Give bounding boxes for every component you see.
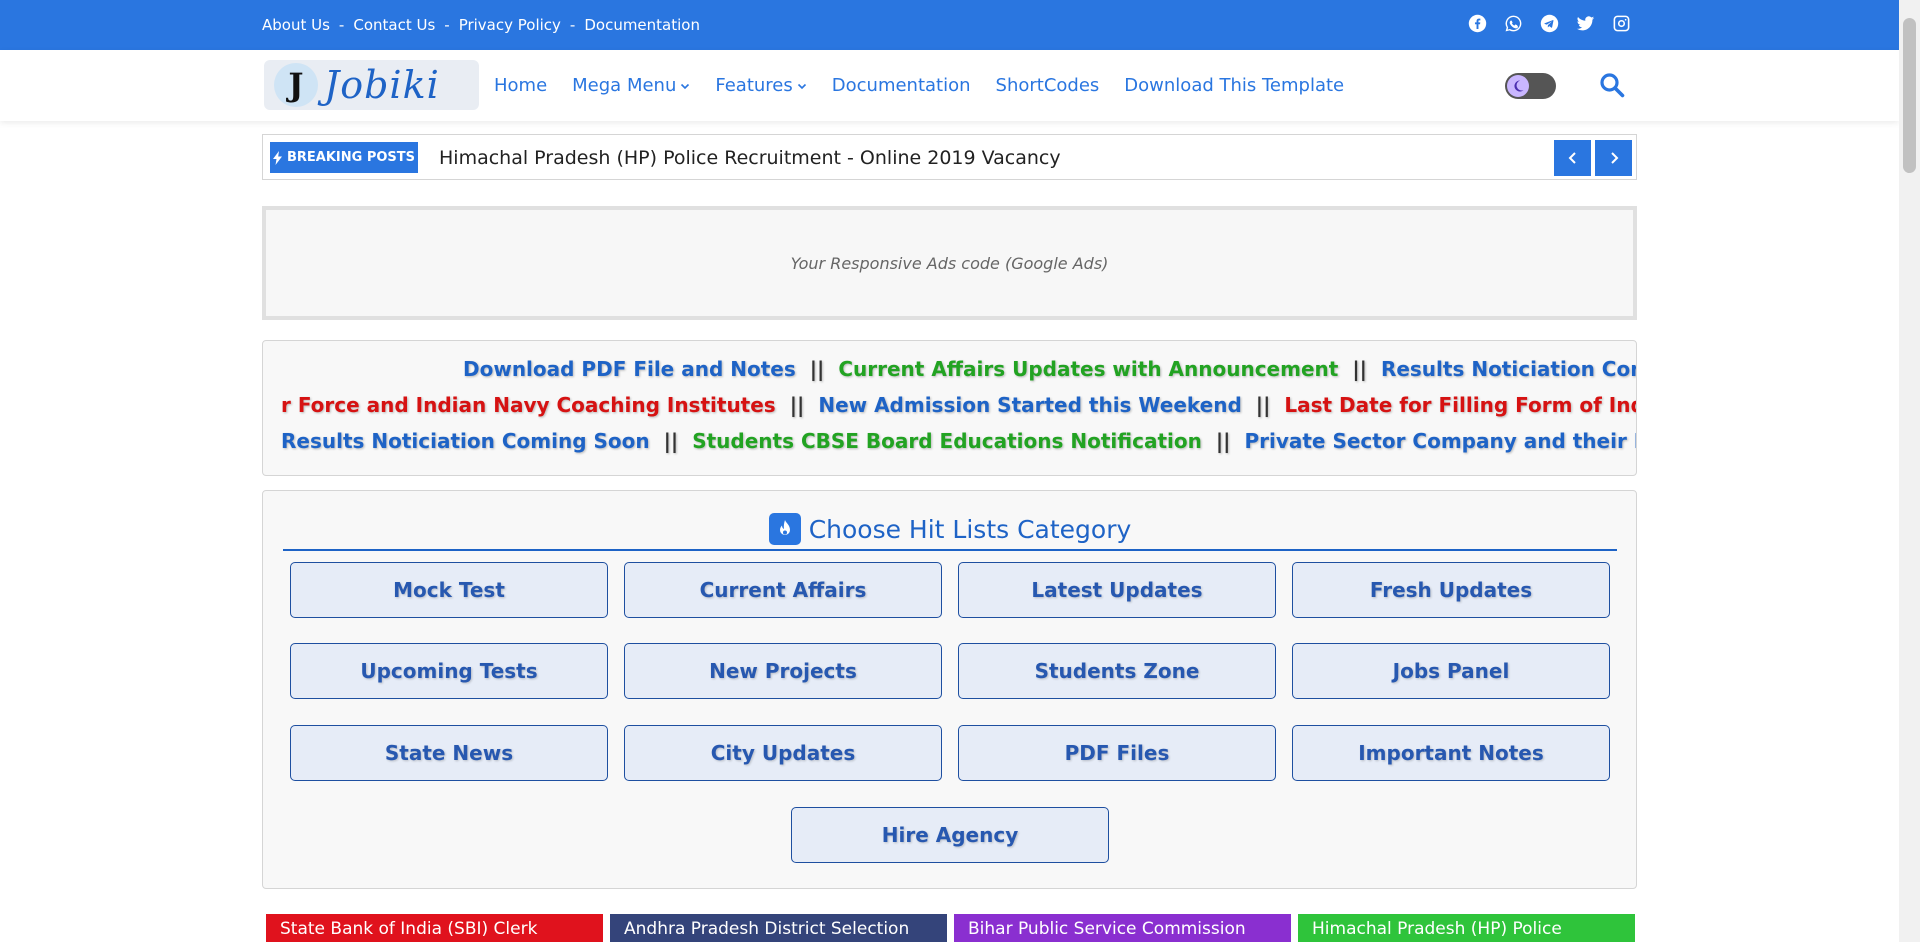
social-icons	[1468, 14, 1631, 33]
dark-mode-toggle[interactable]	[1505, 73, 1556, 99]
fire-icon	[768, 513, 801, 545]
category-button-students-zone[interactable]: Students Zone	[958, 643, 1276, 699]
chevron-right-icon	[1610, 152, 1618, 164]
main-nav: Home Mega Menu Features Documentation Sh…	[494, 50, 1344, 121]
marquee-item[interactable]: r Force and Indian Navy Coaching Institu…	[281, 393, 776, 417]
category-title-text: Choose Hit Lists Category	[808, 514, 1132, 544]
nav-shortcodes[interactable]: ShortCodes	[996, 75, 1100, 96]
post-card[interactable]: Himachal Pradesh (HP) Police	[1298, 914, 1635, 942]
category-button-latest-updates[interactable]: Latest Updates	[958, 562, 1276, 618]
marquee-separator: ||	[1255, 393, 1271, 417]
top-links: About Us - Contact Us - Privacy Policy -…	[262, 0, 700, 50]
privacy-policy-link[interactable]: Privacy Policy	[459, 16, 561, 34]
category-button-new-projects[interactable]: New Projects	[624, 643, 942, 699]
page-scrollbar[interactable]	[1899, 0, 1920, 942]
category-button-state-news[interactable]: State News	[290, 725, 608, 781]
breaking-label: BREAKING POSTS	[270, 142, 418, 173]
site-logo[interactable]: J Jobiki	[264, 60, 479, 110]
category-panel: Choose Hit Lists Category Mock Test Curr…	[262, 490, 1637, 889]
marquee-item[interactable]: Results Noticiation Coming Soo	[1381, 357, 1636, 381]
logo-text: Jobiki	[324, 63, 440, 107]
nav-mega-menu[interactable]: Mega Menu	[572, 75, 690, 96]
prev-arrow-button[interactable]	[1554, 140, 1591, 176]
breaking-headline[interactable]: Himachal Pradesh (HP) Police Recruitment…	[439, 135, 1061, 181]
marquee-item[interactable]: Last Date for Filling Form of Indian Arm…	[1284, 393, 1636, 417]
next-arrow-button[interactable]	[1595, 140, 1632, 176]
nav-documentation[interactable]: Documentation	[832, 75, 971, 96]
search-icon[interactable]	[1599, 72, 1625, 98]
logo-mark: J	[274, 63, 318, 107]
scrollbar-thumb[interactable]	[1903, 18, 1916, 173]
twitter-icon[interactable]	[1576, 14, 1595, 33]
marquee-line: r Force and Indian Navy Coaching Institu…	[281, 393, 1636, 417]
marquee-item[interactable]: New Admission Started this Weekend	[818, 393, 1241, 417]
top-link-separator: -	[444, 16, 450, 34]
nav-home[interactable]: Home	[494, 75, 547, 96]
category-button-fresh-updates[interactable]: Fresh Updates	[1292, 562, 1610, 618]
moon-icon	[1507, 75, 1529, 97]
marquee-line: Download PDF File and Notes || Current Aff…	[463, 357, 1636, 381]
telegram-icon[interactable]	[1540, 14, 1559, 33]
marquee-line: Results Noticiation Coming Soon || Student…	[281, 429, 1636, 453]
marquee-separator: ||	[663, 429, 679, 453]
news-marquee: Download PDF File and Notes || Current Aff…	[262, 340, 1637, 476]
marquee-separator: ||	[809, 357, 825, 381]
ad-text: Your Responsive Ads code (Google Ads)	[790, 253, 1109, 273]
category-button-pdf-files[interactable]: PDF Files	[958, 725, 1276, 781]
category-button-city-updates[interactable]: City Updates	[624, 725, 942, 781]
post-card[interactable]: Andhra Pradesh District Selection	[610, 914, 947, 942]
facebook-icon[interactable]	[1468, 14, 1487, 33]
chevron-down-icon	[797, 83, 806, 89]
category-button-hire-agency[interactable]: Hire Agency	[791, 807, 1109, 863]
instagram-icon[interactable]	[1612, 14, 1631, 33]
marquee-item[interactable]: Students CBSE Board Educations Notificat…	[692, 429, 1202, 453]
category-button-current-affairs[interactable]: Current Affairs	[624, 562, 942, 618]
bolt-icon	[272, 150, 282, 165]
top-bar: About Us - Contact Us - Privacy Policy -…	[0, 0, 1899, 50]
post-card-title: Andhra Pradesh District Selection	[624, 919, 910, 939]
category-button-important-notes[interactable]: Important Notes	[1292, 725, 1610, 781]
ad-placeholder: Your Responsive Ads code (Google Ads)	[262, 206, 1637, 320]
marquee-item[interactable]: Current Affairs Updates with Announcemen…	[838, 357, 1338, 381]
top-link-separator: -	[338, 16, 345, 34]
post-card[interactable]: State Bank of India (SBI) Clerk	[266, 914, 603, 942]
category-button-jobs-panel[interactable]: Jobs Panel	[1292, 643, 1610, 699]
top-link-separator: -	[569, 16, 576, 34]
marquee-separator: ||	[1215, 429, 1231, 453]
category-button-mock-test[interactable]: Mock Test	[290, 562, 608, 618]
contact-us-link[interactable]: Contact Us	[353, 16, 435, 34]
post-card-title: Himachal Pradesh (HP) Police	[1312, 919, 1562, 939]
marquee-separator: ||	[789, 393, 805, 417]
marquee-item[interactable]: Download PDF File and Notes	[463, 357, 796, 381]
post-card[interactable]: Bihar Public Service Commission	[954, 914, 1291, 942]
marquee-item[interactable]: Private Sector Company and their Resume …	[1244, 429, 1636, 453]
post-card-title: Bihar Public Service Commission	[968, 919, 1246, 939]
nav-features[interactable]: Features	[715, 75, 806, 96]
marquee-separator: ||	[1352, 357, 1367, 381]
breaking-label-text: BREAKING POSTS	[286, 150, 416, 165]
chevron-left-icon	[1568, 152, 1576, 164]
post-card-title: State Bank of India (SBI) Clerk	[280, 919, 538, 939]
category-title: Choose Hit Lists Category	[283, 509, 1617, 551]
chevron-down-icon	[681, 83, 690, 89]
category-button-upcoming-tests[interactable]: Upcoming Tests	[290, 643, 608, 699]
documentation-link[interactable]: Documentation	[584, 16, 700, 34]
about-us-link[interactable]: About Us	[262, 16, 330, 34]
nav-features-label: Features	[715, 75, 793, 96]
marquee-item[interactable]: Results Noticiation Coming Soon	[281, 429, 650, 453]
whatsapp-icon[interactable]	[1504, 14, 1523, 33]
nav-download-template[interactable]: Download This Template	[1124, 75, 1344, 96]
breaking-posts-bar: BREAKING POSTS Himachal Pradesh (HP) Pol…	[262, 134, 1637, 180]
nav-mega-menu-label: Mega Menu	[572, 75, 677, 96]
